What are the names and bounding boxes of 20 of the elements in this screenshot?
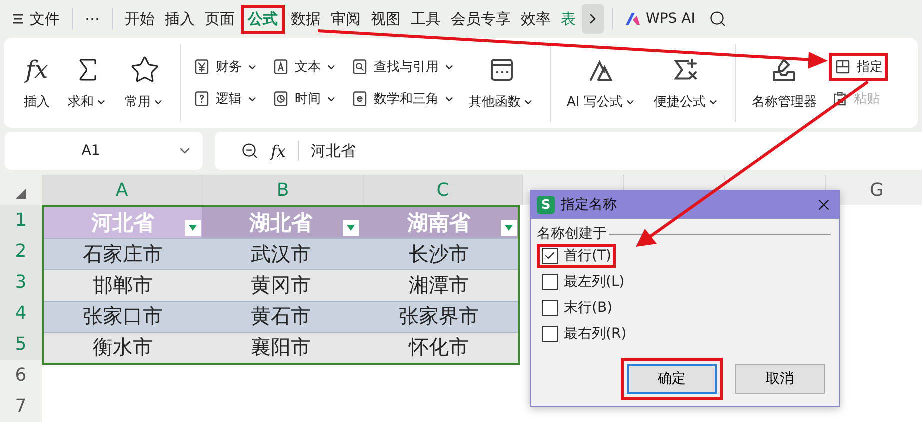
table-cell: 黄冈市 [202, 269, 360, 301]
table-cell: 衡水市 [44, 332, 202, 363]
table-cell: 石家庄市 [44, 238, 202, 270]
table-header-cell: 湖南省 [360, 207, 518, 238]
table-cell: 张家口市 [44, 300, 202, 332]
dialog-title: 指定名称 [561, 196, 618, 214]
table-cell: 黄石市 [202, 300, 360, 332]
table-header-cell: 湖北省 [202, 207, 360, 238]
table-cell: 湘潭市 [360, 269, 518, 301]
table-cell: 邯郸市 [44, 269, 202, 301]
table-cell: 武汉市 [202, 238, 360, 270]
formula-value: 河北省 [310, 142, 356, 160]
table-cell: 怀化市 [360, 332, 518, 363]
table-header-cell: 河北省 [44, 207, 202, 238]
app-logo: S [537, 196, 555, 214]
group-label: 名称创建于 [537, 225, 607, 243]
fx-label: fx [271, 142, 286, 160]
table-cell: 襄阳市 [202, 332, 360, 363]
table-cell: 长沙市 [360, 238, 518, 270]
table-cell: 张家界市 [360, 300, 518, 332]
